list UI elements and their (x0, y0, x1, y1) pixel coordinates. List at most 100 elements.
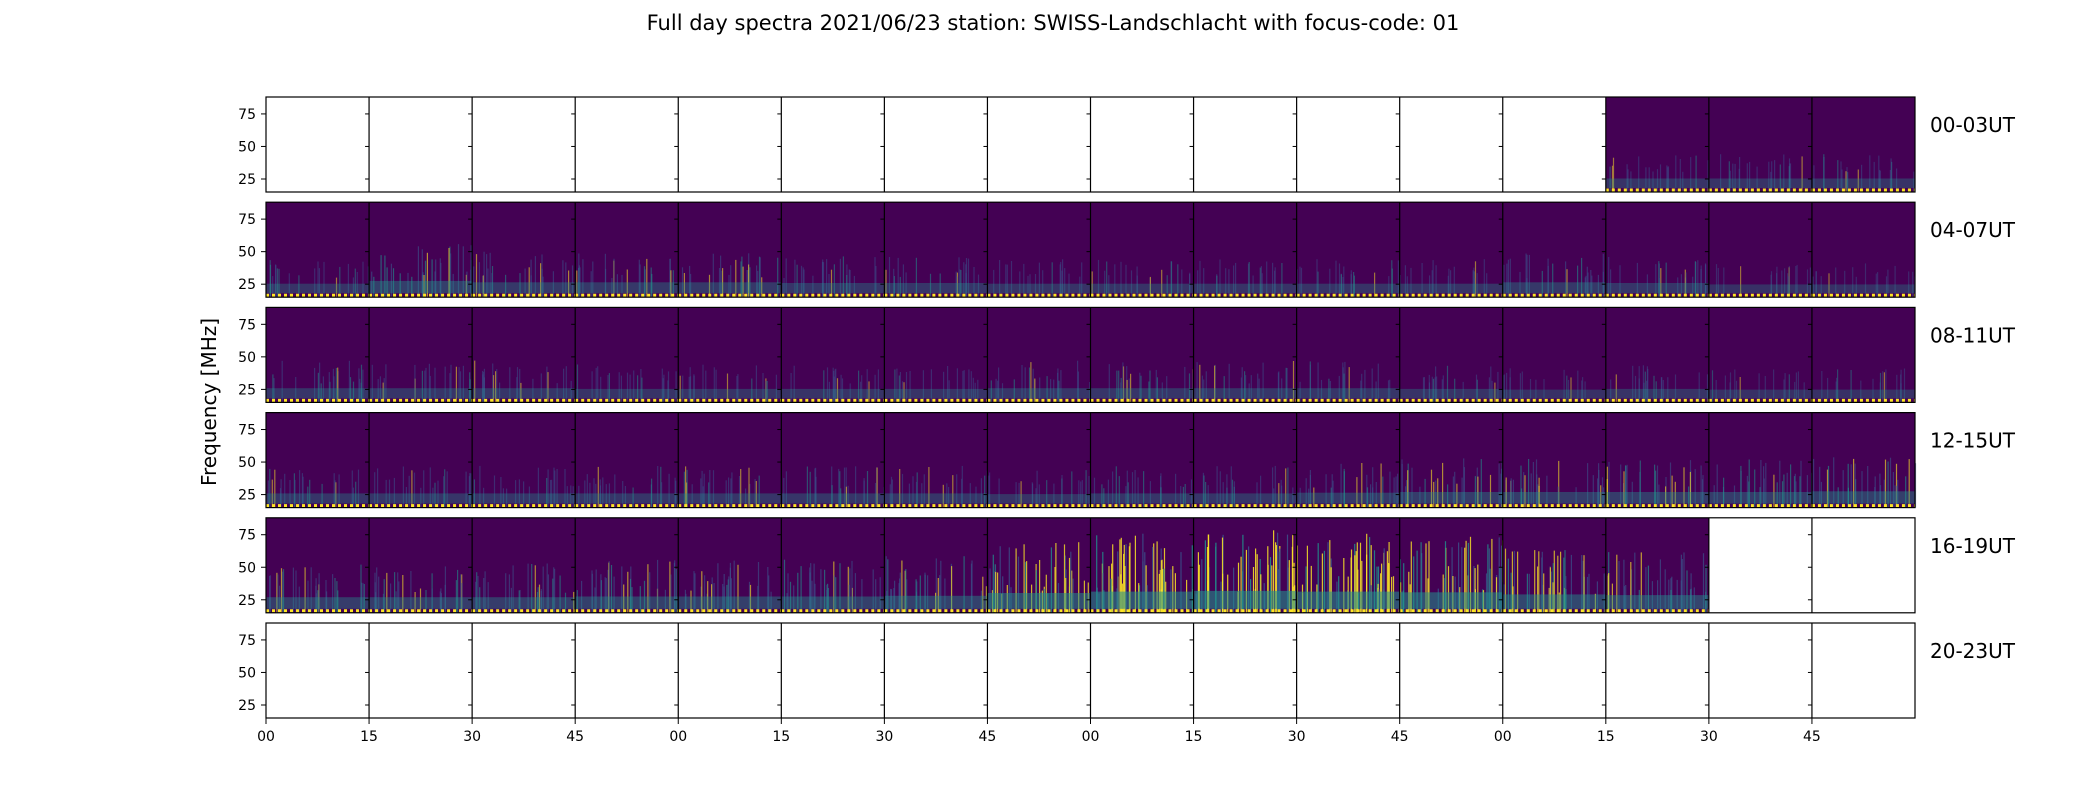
low-frequency-band (369, 280, 473, 294)
low-frequency-band (781, 283, 885, 294)
spectrum-cell (1296, 97, 1400, 192)
spectrum-background (1605, 202, 1709, 298)
spectrum-background (1708, 97, 1812, 192)
low-frequency-band (884, 493, 988, 504)
spectrum-cell (1708, 202, 1812, 298)
low-frequency-band (987, 388, 1091, 399)
spectrum-cell (1811, 412, 1917, 508)
low-frequency-band (1090, 283, 1194, 294)
low-frequency-band (1193, 388, 1297, 399)
y-tick-label: 75 (238, 212, 256, 228)
spectrum-cell (678, 517, 783, 613)
low-frequency-band (575, 493, 679, 504)
low-frequency-band (1296, 283, 1400, 294)
spectrum-cell (1605, 623, 1709, 718)
spectra-row-12-15UT: 25 50 75 12-15UT (238, 412, 2016, 509)
spectrum-background (1090, 307, 1194, 403)
spectrum-background (575, 412, 679, 508)
empty-cell-background (369, 97, 473, 192)
row-time-label: 16-19UT (1930, 534, 2016, 558)
x-tick-label: 15 (1185, 729, 1203, 745)
spectrum-cell (781, 307, 885, 403)
spectrum-cell (884, 202, 988, 298)
spectrum-cell (1090, 97, 1194, 192)
spectrum-cell (369, 97, 473, 192)
low-frequency-band (1605, 388, 1709, 399)
low-frequency-band (1090, 388, 1194, 399)
low-frequency-band (1296, 388, 1400, 399)
spectrum-cell (472, 412, 577, 508)
row-time-label: 00-03UT (1930, 113, 2016, 137)
spectrum-cell (575, 623, 679, 718)
spectrum-cell (1399, 307, 1503, 403)
low-frequency-band (1399, 592, 1503, 609)
spectra-row-04-07UT: 25 50 75 04-07UT (238, 201, 2016, 298)
spectrum-cell (1502, 517, 1606, 613)
spectrum-cell (266, 412, 370, 508)
low-frequency-band (1090, 493, 1194, 504)
low-frequency-band (678, 493, 782, 504)
spectrum-cell (1811, 623, 1915, 718)
y-tick-label: 25 (238, 172, 256, 188)
y-tick-label: 25 (238, 277, 256, 293)
spectrum-cell (987, 307, 1091, 403)
low-frequency-band (1708, 178, 1812, 188)
low-frequency-band (1605, 178, 1709, 188)
low-frequency-band (266, 283, 370, 294)
low-frequency-band (1502, 594, 1606, 609)
low-frequency-band (575, 596, 679, 609)
spectrum-background (472, 307, 576, 403)
spectrum-cell (575, 517, 679, 613)
spectrum-cell (266, 202, 370, 298)
spectrum-cell (369, 202, 473, 298)
low-frequency-band (1708, 492, 1812, 504)
empty-cell-background (1090, 623, 1194, 718)
low-frequency-band (1605, 283, 1709, 294)
empty-cell-background (678, 623, 782, 718)
low-frequency-band (266, 493, 370, 504)
empty-cell-background (1708, 623, 1812, 718)
empty-cell-background (1708, 517, 1812, 613)
low-frequency-band (1193, 590, 1297, 609)
spectrum-cell (1811, 202, 1916, 298)
low-frequency-band (1708, 284, 1812, 294)
x-tick-label: 45 (979, 729, 997, 745)
spectrum-cell (781, 202, 885, 298)
spectrum-cell (1193, 307, 1297, 403)
x-tick-label: 00 (257, 729, 275, 745)
spectrum-cell (369, 307, 474, 403)
spectrum-cell (1708, 412, 1813, 508)
empty-cell-background (884, 623, 988, 718)
low-frequency-band (472, 493, 576, 504)
x-tick-label: 15 (1597, 729, 1615, 745)
spectrum-cell (678, 307, 782, 403)
low-frequency-band (781, 388, 885, 399)
spectrum-cell (1193, 97, 1297, 192)
spectrum-cell (1090, 307, 1195, 403)
spectrum-cell (1811, 517, 1915, 613)
x-tick-label: 15 (772, 729, 790, 745)
empty-cell-background (266, 97, 370, 192)
spectrum-cell (266, 97, 370, 192)
spectrum-cell (1296, 202, 1400, 298)
spectrum-cell (1811, 97, 1915, 192)
x-tick-label: 30 (1700, 729, 1718, 745)
low-frequency-band (1502, 282, 1606, 294)
low-frequency-band (884, 283, 988, 294)
x-tick-label: 15 (360, 729, 378, 745)
empty-cell-background (1811, 623, 1915, 718)
low-frequency-band (266, 597, 370, 609)
spectra-row-20-23UT: 25 50 75 20-23UT (238, 622, 2016, 719)
row-time-label: 20-23UT (1930, 639, 2016, 663)
empty-cell-background (987, 623, 1091, 718)
empty-cell-background (369, 623, 473, 718)
spectrum-cell (472, 202, 576, 298)
empty-cell-background (575, 97, 679, 192)
spectrum-cell (1193, 517, 1298, 613)
spectrum-cell (678, 202, 782, 298)
spectrum-cell (1605, 307, 1709, 403)
empty-cell-background (1296, 97, 1400, 192)
y-tick-label: 50 (238, 139, 256, 155)
spectrum-background (678, 412, 782, 508)
y-tick-label: 50 (238, 350, 256, 366)
